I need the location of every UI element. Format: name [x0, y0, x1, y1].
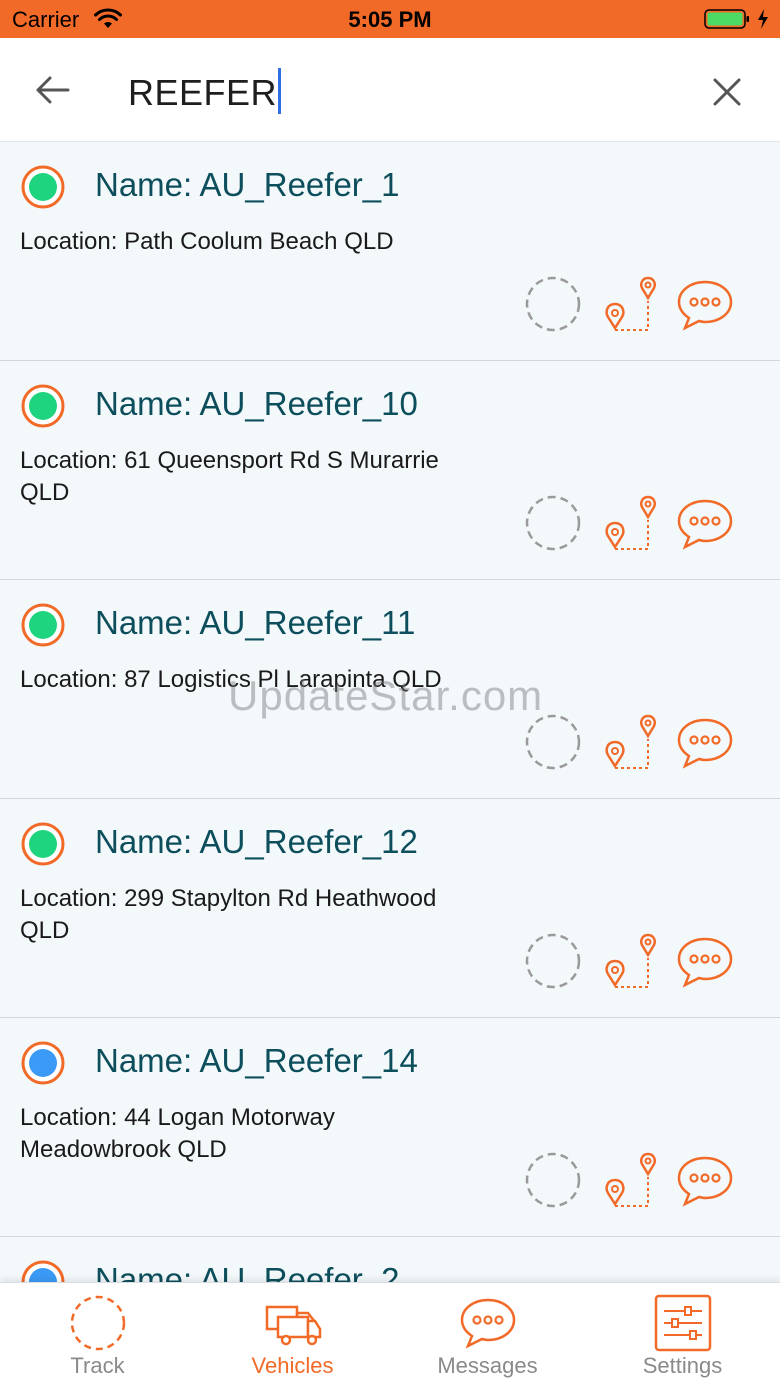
- list-item[interactable]: Name: AU_Reefer_11 Location: 87 Logistic…: [0, 580, 780, 799]
- vehicles-icon: [265, 1305, 322, 1346]
- route-icon[interactable]: [599, 712, 659, 772]
- list-item[interactable]: Name: AU_Reefer_12 Location: 299 Stapylt…: [0, 799, 780, 1018]
- tab-messages[interactable]: Messages: [390, 1283, 585, 1387]
- arrow-left-icon[interactable]: [32, 74, 72, 106]
- list-item[interactable]: Name: AU_Reefer_1 Location: Path Coolum …: [0, 142, 780, 361]
- status-bar: Carrier 5:05 PM: [0, 0, 780, 38]
- status-dot-icon: [21, 384, 65, 428]
- search-query-text: REEFER: [128, 72, 278, 113]
- message-icon[interactable]: [675, 931, 735, 991]
- message-icon[interactable]: [675, 1150, 735, 1210]
- tab-label: Messages: [437, 1353, 538, 1378]
- search-input[interactable]: REEFER: [128, 68, 282, 114]
- geofence-icon[interactable]: [523, 493, 583, 553]
- battery-icon: [704, 9, 749, 29]
- track-icon: [70, 1295, 126, 1351]
- tab-label: Track: [70, 1353, 125, 1378]
- list-item[interactable]: Name: AU_Reefer_2: [0, 1237, 780, 1282]
- geofence-icon[interactable]: [523, 712, 583, 772]
- vehicle-location: Location: 61 Queensport Rd S Murarrie QL…: [20, 447, 439, 506]
- tab-bar: Track Vehicles Messages Settings: [0, 1282, 780, 1387]
- vehicle-name: Name: AU_Reefer_2: [95, 1261, 400, 1282]
- charging-icon: [758, 9, 768, 29]
- route-icon[interactable]: [599, 274, 659, 334]
- search-bar: REEFER: [0, 38, 780, 142]
- route-icon[interactable]: [599, 931, 659, 991]
- geofence-icon[interactable]: [523, 1150, 583, 1210]
- list-item[interactable]: Name: AU_Reefer_14 Location: 44 Logan Mo…: [0, 1018, 780, 1237]
- vehicle-location: Location: 87 Logistics Pl Larapinta QLD: [20, 666, 442, 693]
- route-icon[interactable]: [599, 493, 659, 553]
- close-icon[interactable]: [708, 74, 746, 110]
- route-icon[interactable]: [599, 1150, 659, 1210]
- vehicle-name: Name: AU_Reefer_1: [95, 166, 400, 203]
- tab-track[interactable]: Track: [0, 1283, 195, 1387]
- vehicle-list: Name: AU_Reefer_1 Location: Path Coolum …: [0, 142, 780, 1282]
- vehicle-location: Location: 44 Logan Motorway Meadowbrook …: [20, 1104, 335, 1163]
- geofence-icon[interactable]: [523, 274, 583, 334]
- message-icon[interactable]: [675, 712, 735, 772]
- vehicle-name: Name: AU_Reefer_11: [95, 604, 416, 641]
- tab-label: Vehicles: [251, 1353, 334, 1378]
- message-icon[interactable]: [675, 274, 735, 334]
- geofence-icon[interactable]: [523, 931, 583, 991]
- message-icon[interactable]: [675, 493, 735, 553]
- tab-settings[interactable]: Settings: [585, 1283, 780, 1387]
- status-dot-icon: [21, 1041, 65, 1085]
- clock: 5:05 PM: [348, 7, 432, 32]
- settings-icon: [654, 1294, 712, 1352]
- list-item[interactable]: Name: AU_Reefer_10 Location: 61 Queenspo…: [0, 361, 780, 580]
- tab-label: Settings: [642, 1353, 723, 1378]
- tab-vehicles[interactable]: Vehicles: [195, 1283, 390, 1387]
- vehicle-location: Location: 299 Stapylton Rd Heathwood QLD: [20, 885, 437, 944]
- messages-icon: [460, 1298, 516, 1349]
- vehicle-name: Name: AU_Reefer_12: [95, 823, 418, 860]
- status-dot-icon: [21, 822, 65, 866]
- vehicle-name: Name: AU_Reefer_14: [95, 1042, 418, 1079]
- status-dot-icon: [21, 603, 65, 647]
- text-caret: [278, 68, 282, 114]
- status-dot-icon: [21, 165, 65, 209]
- vehicle-name: Name: AU_Reefer_10: [95, 385, 418, 422]
- status-dot-icon: [21, 1260, 65, 1282]
- vehicle-location: Location: Path Coolum Beach QLD: [20, 228, 394, 255]
